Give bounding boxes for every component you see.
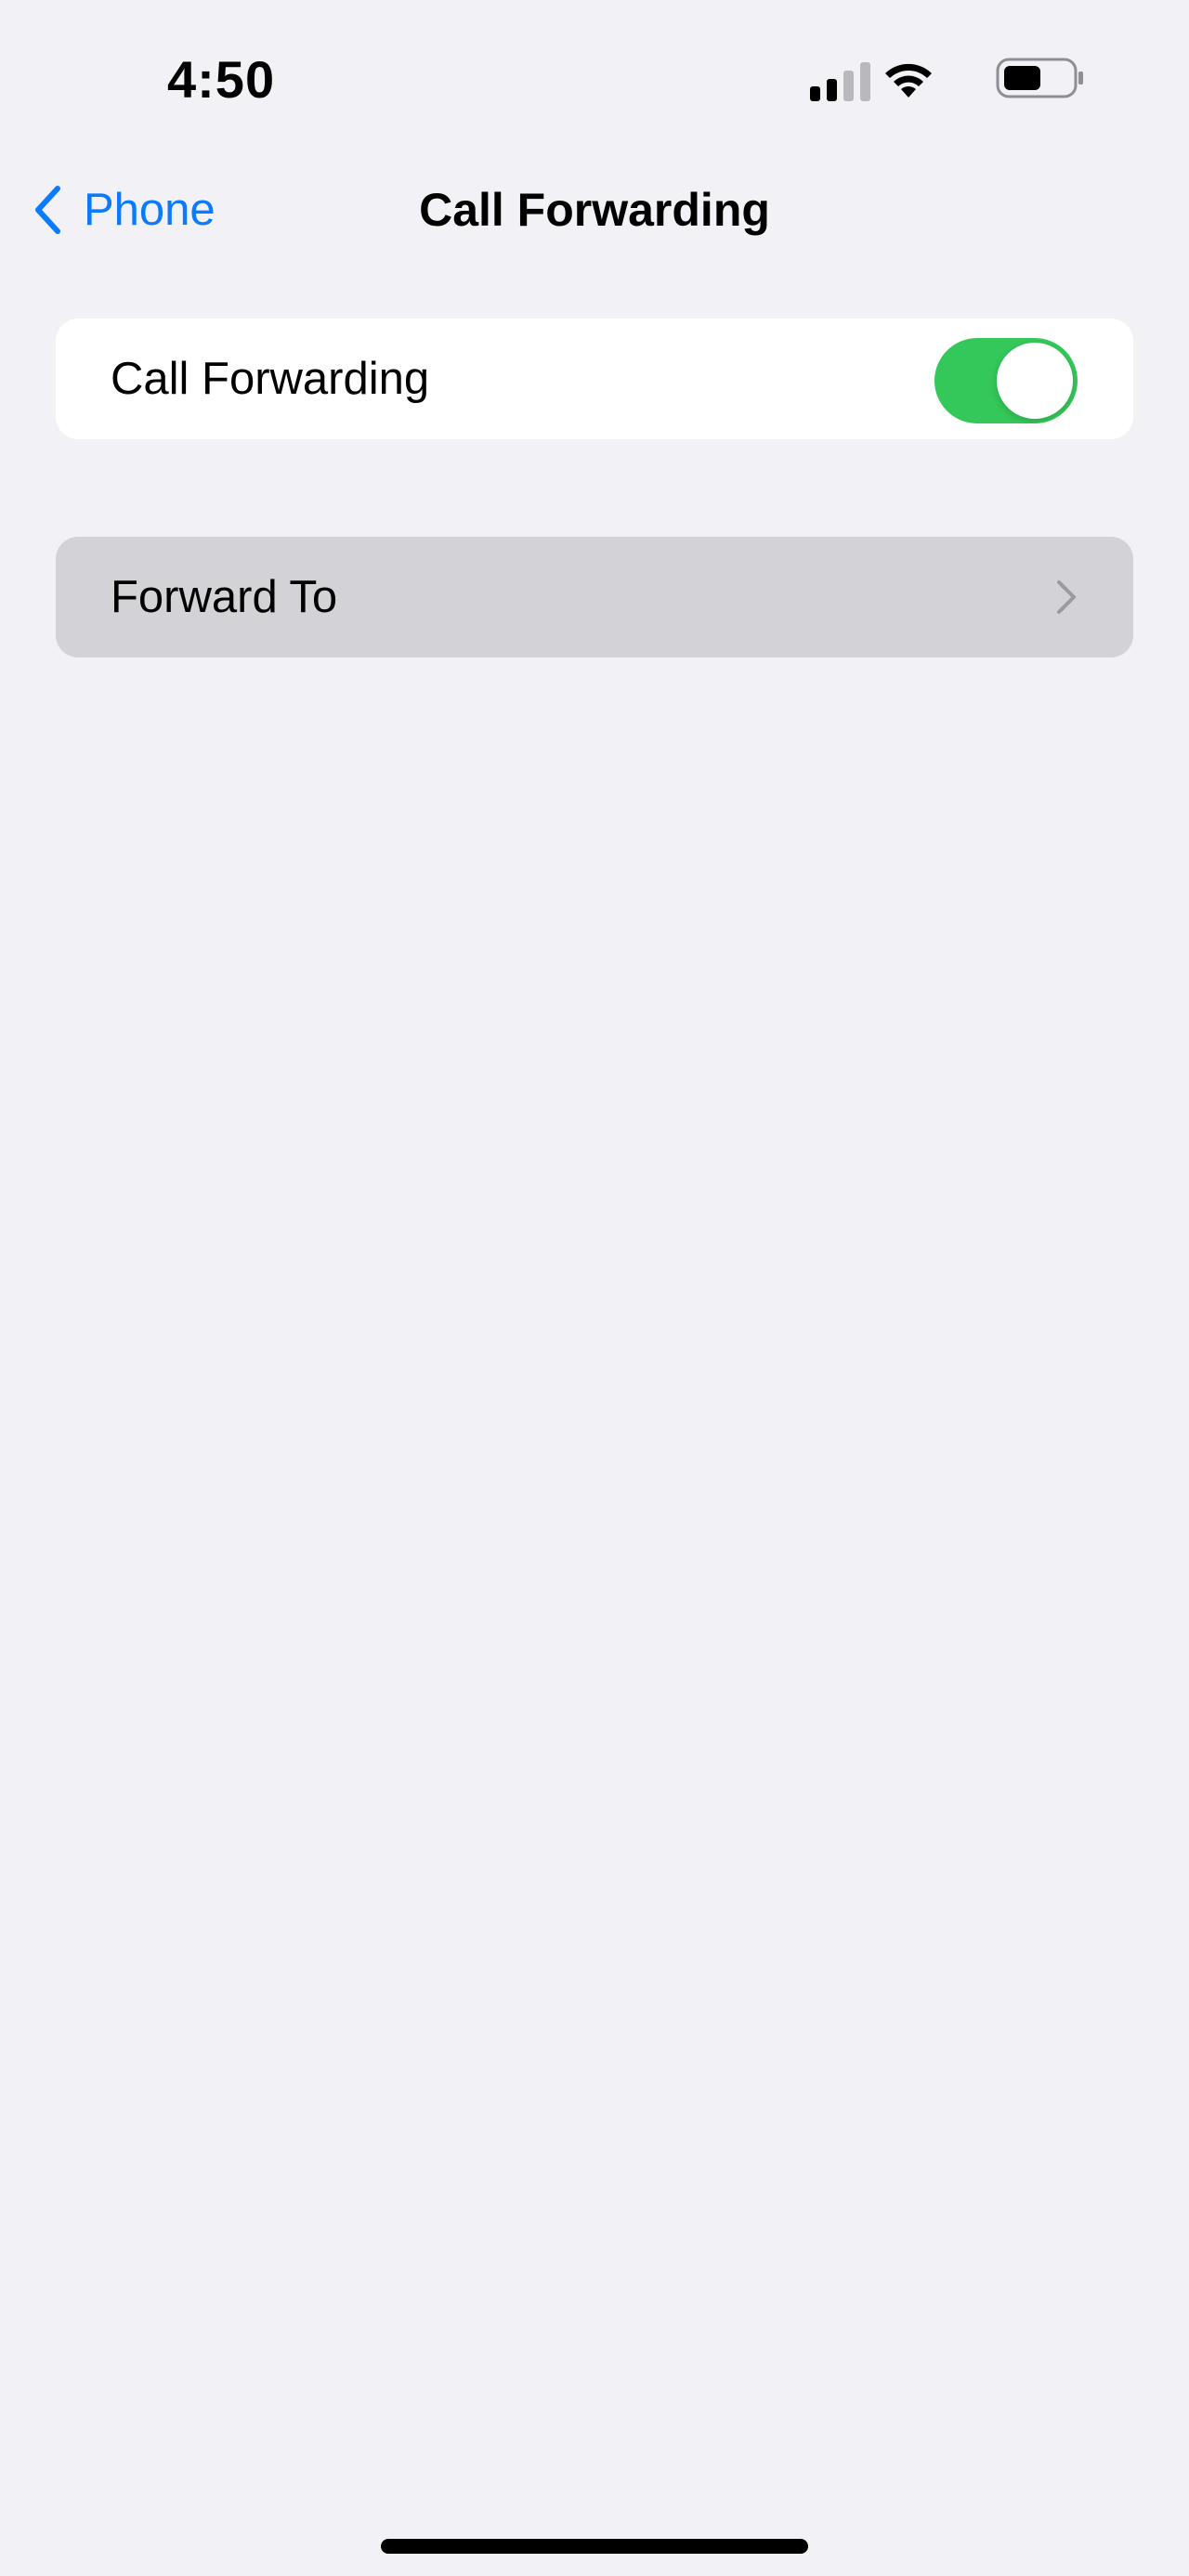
chevron-right-icon (1057, 580, 1076, 614)
call-forwarding-row: Call Forwarding (56, 319, 1133, 439)
toggle-knob (997, 343, 1073, 419)
page-title: Call Forwarding (419, 184, 770, 236)
forward-to-row[interactable]: Forward To (56, 537, 1133, 657)
call-forwarding-label: Call Forwarding (111, 354, 430, 404)
battery-icon (996, 58, 1083, 98)
home-indicator[interactable] (381, 2539, 808, 2554)
cellular-signal-icon (810, 62, 870, 101)
call-forwarding-toggle[interactable] (934, 338, 1078, 423)
wifi-icon (885, 63, 932, 98)
forward-to-label: Forward To (111, 572, 338, 622)
status-time: 4:50 (167, 50, 276, 109)
